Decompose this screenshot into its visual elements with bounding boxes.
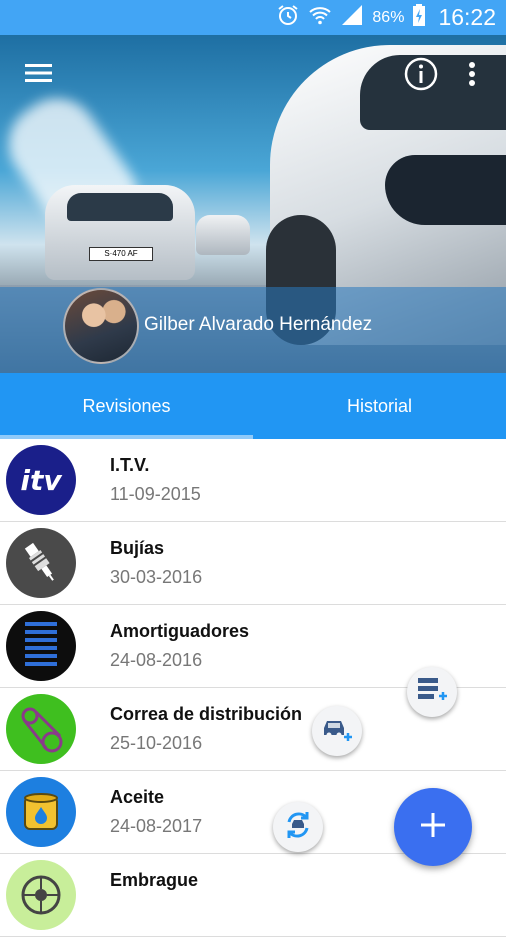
item-date: 30-03-2016: [110, 567, 203, 587]
shock-absorber-icon: [6, 611, 76, 681]
list-item[interactable]: Bujías 30-03-2016: [0, 522, 506, 605]
add-button[interactable]: [394, 788, 472, 866]
info-icon[interactable]: [403, 56, 439, 92]
item-title: Aceite: [110, 787, 165, 807]
add-car-button[interactable]: [312, 706, 362, 756]
tab-bar: Revisiones Historial: [0, 373, 506, 439]
tab-revisiones[interactable]: Revisiones: [0, 373, 253, 439]
item-title: Amortiguadores: [110, 621, 250, 641]
timing-belt-icon: [6, 694, 76, 764]
list-item[interactable]: Embrague: [0, 854, 506, 937]
status-icons: 86% 16:22: [276, 0, 496, 35]
item-date: 24-08-2016: [110, 650, 203, 670]
alarm-icon: [276, 3, 300, 32]
more-vert-icon[interactable]: [460, 58, 484, 90]
item-date: 11-09-2015: [110, 484, 201, 504]
battery-charging-icon: [412, 3, 426, 32]
add-icon: [418, 810, 448, 845]
item-title: Embrague: [110, 870, 199, 890]
oil-can-icon: [6, 777, 76, 847]
car-plate: S·470 AF: [89, 247, 153, 261]
item-title: I.T.V.: [110, 455, 150, 475]
item-date: 25-10-2016: [110, 733, 203, 753]
item-date: 24-08-2017: [110, 816, 203, 836]
sync-icon: [281, 808, 315, 847]
item-title: Correa de distribución: [110, 704, 303, 724]
itv-logo-text: itv: [20, 463, 62, 497]
item-title: Bujías: [110, 538, 165, 558]
add-list-icon: [415, 675, 449, 710]
itv-logo-icon: itv: [6, 445, 76, 515]
list-item[interactable]: itv I.T.V. 11-09-2015: [0, 439, 506, 522]
user-name: Gilber Alvarado Hernández: [144, 314, 373, 335]
car-illustration: S·470 AF: [45, 185, 195, 280]
clock: 16:22: [438, 4, 496, 30]
status-bar: 86% 16:22: [0, 0, 506, 35]
add-list-button[interactable]: [407, 667, 457, 717]
wifi-icon: [308, 3, 332, 32]
avatar[interactable]: [63, 288, 139, 364]
signal-icon: [340, 3, 364, 32]
clutch-icon: [6, 860, 76, 930]
add-car-icon: [320, 714, 354, 749]
sync-button[interactable]: [273, 802, 323, 852]
battery-percent: 86%: [372, 8, 405, 26]
spark-plug-icon: [6, 528, 76, 598]
tab-historial[interactable]: Historial: [253, 373, 506, 439]
menu-icon[interactable]: [24, 58, 54, 88]
car-illustration: [196, 215, 250, 255]
